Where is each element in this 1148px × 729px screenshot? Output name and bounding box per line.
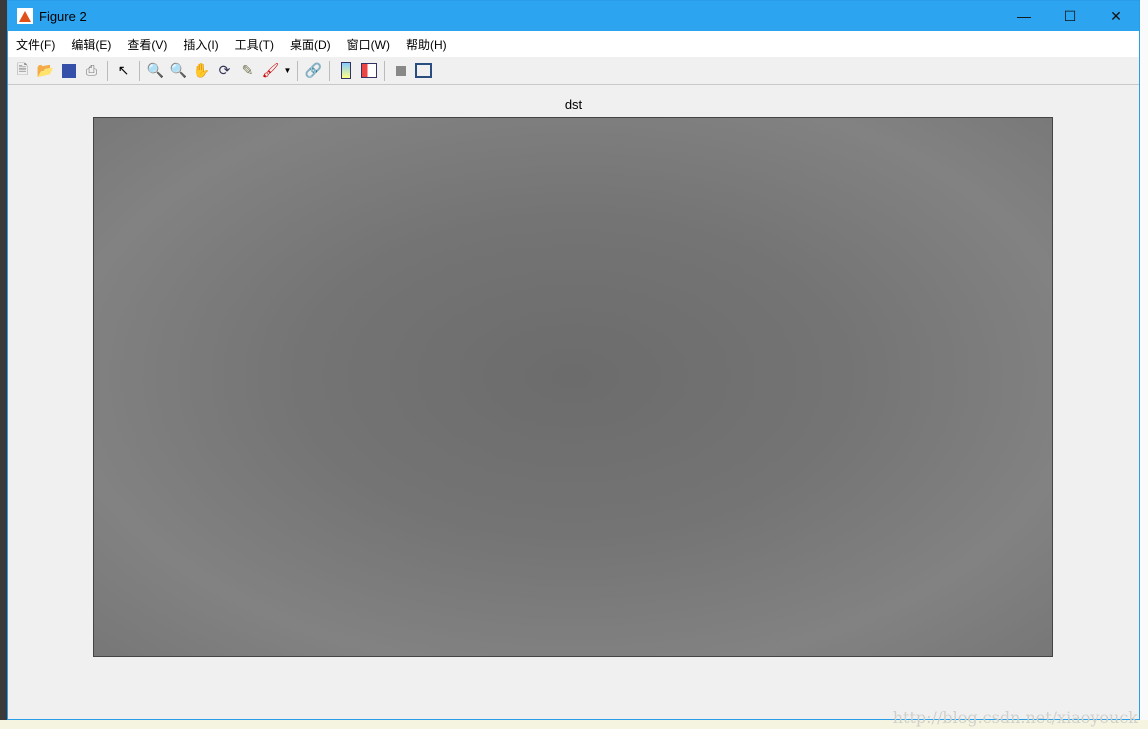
select-arrow-icon[interactable]: ↖ — [114, 61, 134, 81]
menu-window[interactable]: 窗口(W) — [347, 36, 390, 53]
background-window-right — [1140, 0, 1148, 729]
pan-hand-icon[interactable]: ✋ — [192, 61, 212, 81]
menu-edit[interactable]: 编辑(E) — [71, 36, 111, 53]
open-icon[interactable]: 📂 — [36, 61, 56, 81]
brush-dropdown-icon[interactable]: ▼ — [284, 61, 292, 81]
new-figure-icon[interactable]: 🗎 — [13, 61, 33, 81]
save-icon[interactable] — [59, 61, 79, 81]
separator — [329, 60, 330, 81]
separator — [139, 60, 140, 81]
separator — [384, 60, 385, 81]
hide-plot-tools-icon[interactable] — [391, 61, 411, 81]
watermark: http://blog.csdn.net/xiaoyouck — [892, 708, 1138, 727]
image-axes[interactable] — [93, 117, 1053, 657]
maximize-button[interactable]: ☐ — [1047, 1, 1093, 31]
matlab-icon — [17, 8, 33, 24]
print-icon[interactable]: ⎙ — [82, 61, 102, 81]
data-cursor-icon[interactable]: ✎ — [238, 61, 258, 81]
close-button[interactable]: ✕ — [1093, 1, 1139, 31]
colorbar-icon[interactable] — [336, 61, 356, 81]
menu-insert[interactable]: 插入(I) — [183, 36, 218, 53]
title-bar[interactable]: Figure 2 — ☐ ✕ — [8, 1, 1139, 31]
menu-file[interactable]: 文件(F) — [16, 36, 55, 53]
menu-bar: 文件(F) 编辑(E) 查看(V) 插入(I) 工具(T) 桌面(D) 窗口(W… — [8, 31, 1139, 57]
zoom-out-icon[interactable]: 🔍 — [169, 61, 189, 81]
show-plot-tools-icon[interactable] — [414, 61, 434, 81]
menu-desktop[interactable]: 桌面(D) — [290, 36, 331, 53]
menu-view[interactable]: 查看(V) — [127, 36, 167, 53]
separator — [297, 60, 298, 81]
menu-help[interactable]: 帮助(H) — [406, 36, 447, 53]
toolbar: 🗎 📂 ⎙ ↖ 🔍 🔍 ✋ ⟳ ✎ 🖌 ▼ 🔗 — [8, 57, 1139, 85]
brush-icon[interactable]: 🖌 — [261, 61, 281, 81]
plot-title: dst — [564, 97, 583, 112]
menu-tools[interactable]: 工具(T) — [235, 36, 274, 53]
figure-window: Figure 2 — ☐ ✕ 文件(F) 编辑(E) 查看(V) 插入(I) 工… — [7, 0, 1140, 720]
rotate-3d-icon[interactable]: ⟳ — [215, 61, 235, 81]
link-plot-icon[interactable]: 🔗 — [304, 61, 324, 81]
zoom-in-icon[interactable]: 🔍 — [146, 61, 166, 81]
minimize-button[interactable]: — — [1001, 1, 1047, 31]
separator — [107, 60, 108, 81]
legend-icon[interactable] — [359, 61, 379, 81]
window-title: Figure 2 — [39, 8, 87, 24]
